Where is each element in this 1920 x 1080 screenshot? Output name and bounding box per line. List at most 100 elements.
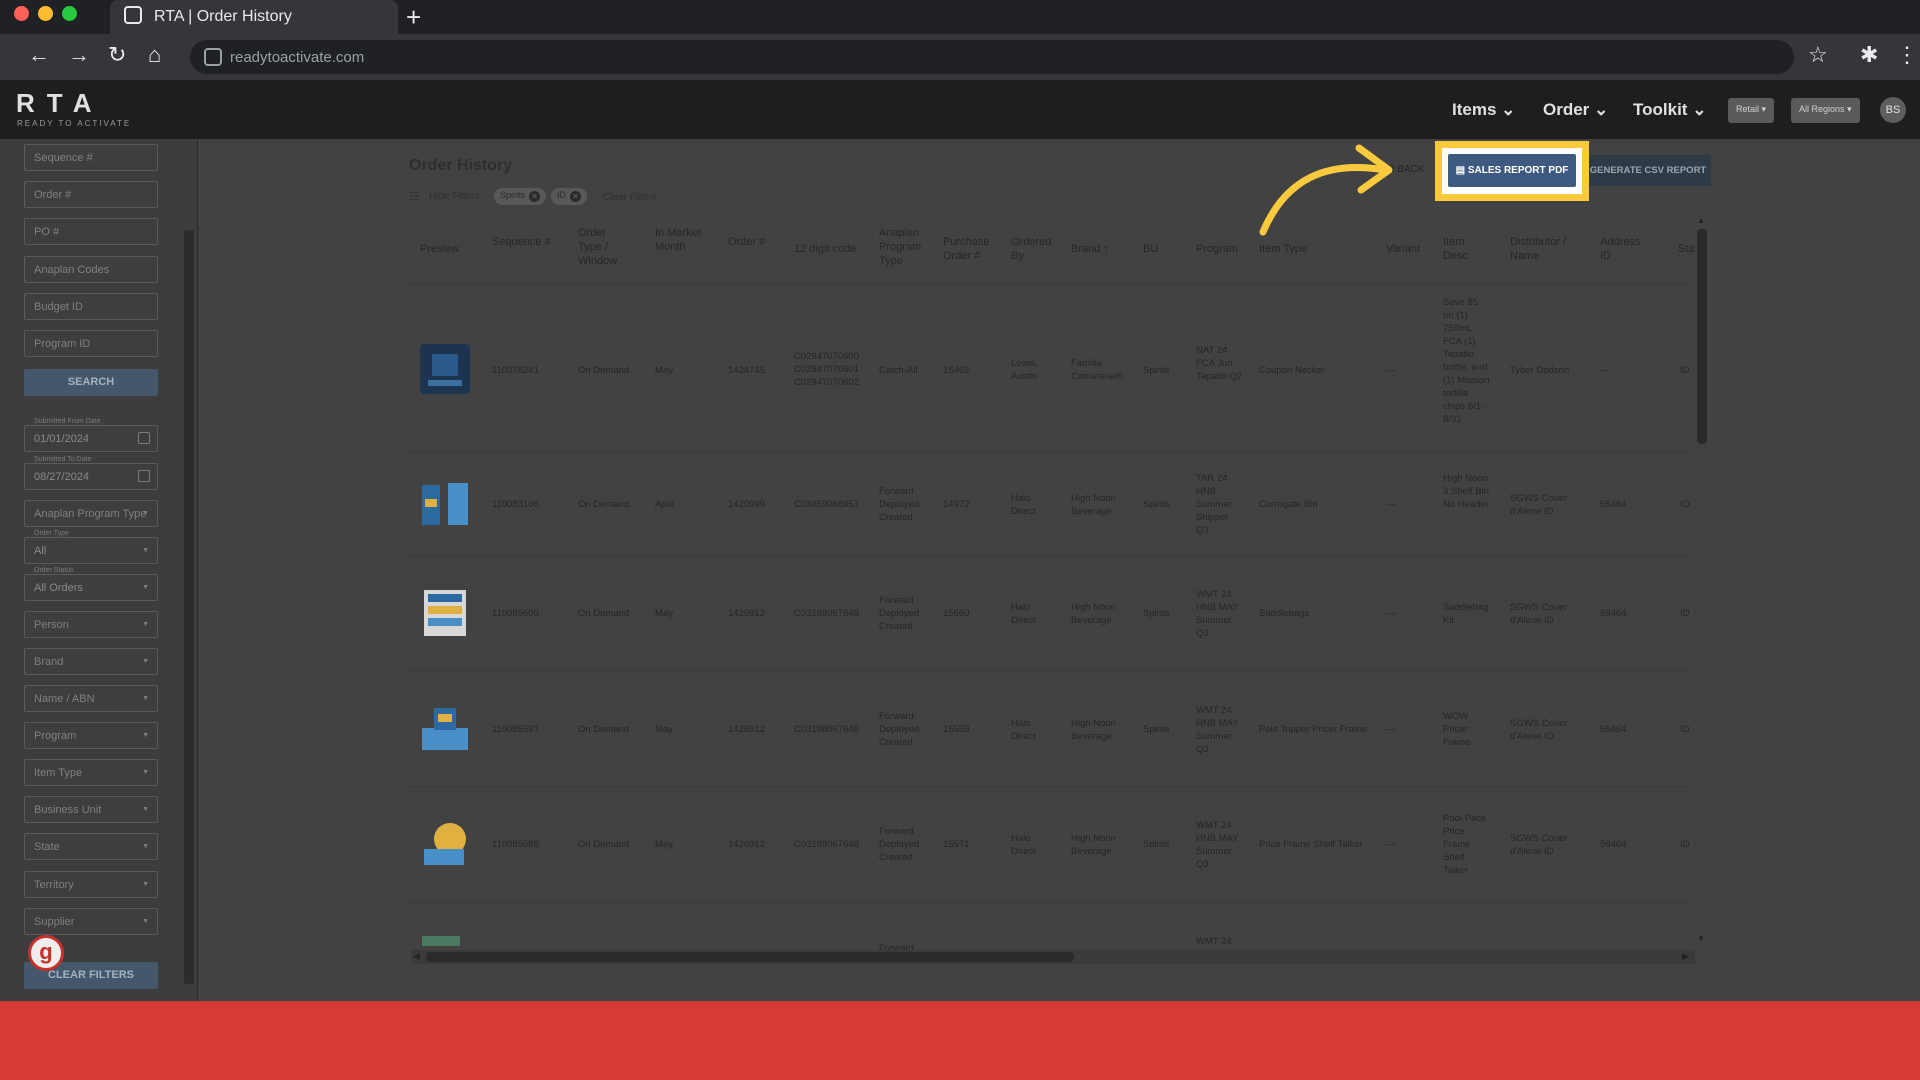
po-input[interactable]: PO # xyxy=(24,218,158,245)
scroll-down-icon[interactable]: ▼ xyxy=(1697,934,1705,943)
close-window-icon[interactable] xyxy=(14,6,29,21)
scroll-up-icon[interactable]: ▲ xyxy=(1697,216,1705,225)
header-divider xyxy=(409,283,1689,284)
scroll-left-icon[interactable]: ◀ xyxy=(413,951,420,962)
filter-chip-spirits[interactable]: Spirits ✕ xyxy=(494,188,547,205)
sidebar-scrollbar[interactable] xyxy=(184,230,194,984)
row-preview-image[interactable] xyxy=(420,704,470,754)
clear-filters-link[interactable]: Clear Filters xyxy=(603,192,657,203)
sequence-input[interactable]: Sequence # xyxy=(24,144,158,171)
maximize-window-icon[interactable] xyxy=(62,6,77,21)
row1-order-number[interactable]: 1424745 xyxy=(728,364,765,377)
order-status-select[interactable]: Order Status All Orders ▼ xyxy=(24,567,158,601)
header-brand[interactable]: Brand ↑ xyxy=(1071,242,1109,256)
row1-ordered-by: Lewis, Austin xyxy=(1011,358,1038,382)
budget-id-input[interactable]: Budget ID xyxy=(24,293,158,320)
header-address-id[interactable]: Address ID xyxy=(1600,235,1650,263)
header-item-type[interactable]: Item Type xyxy=(1259,242,1307,256)
generate-csv-report-button[interactable]: GENERATE CSV REPORT xyxy=(1585,155,1711,186)
row2-sequence[interactable]: 110083106 xyxy=(492,498,539,511)
submitted-to-date-field[interactable]: Submitted To Date 08/27/2024 xyxy=(24,456,158,490)
guide-badge-icon[interactable]: g xyxy=(28,935,64,971)
browser-tab[interactable]: RTA | Order History xyxy=(110,0,398,34)
scroll-right-icon[interactable]: ▶ xyxy=(1682,951,1689,962)
address-bar[interactable]: readytoactivate.com xyxy=(190,40,1794,74)
header-program[interactable]: Program xyxy=(1196,242,1238,256)
brand-select[interactable]: Brand ▼ xyxy=(24,648,158,675)
supplier-select[interactable]: Supplier ▼ xyxy=(24,908,158,935)
row-preview-image[interactable] xyxy=(420,588,470,638)
row-preview-image[interactable] xyxy=(420,479,470,529)
row-preview-image[interactable] xyxy=(420,819,470,869)
minimize-window-icon[interactable] xyxy=(38,6,53,21)
program-select[interactable]: Program ▼ xyxy=(24,722,158,749)
nav-toolkit[interactable]: Toolkit ⌄ xyxy=(1633,100,1706,120)
item-type-select[interactable]: Item Type ▼ xyxy=(24,759,158,786)
row3-order-number[interactable]: 1426912 xyxy=(728,607,765,620)
header-order-number[interactable]: Order # xyxy=(728,235,768,249)
dropdown-arrow-icon: ▼ xyxy=(142,881,149,888)
header-preview[interactable]: Preview xyxy=(420,242,459,256)
anaplan-program-type-select[interactable]: Anaplan Program Type ▼ xyxy=(24,500,158,527)
row2-order-number[interactable]: 1420999 xyxy=(728,498,765,511)
bookmark-star-icon[interactable]: ☆ xyxy=(1808,42,1828,68)
region-select[interactable]: All Regions ▾ xyxy=(1791,98,1860,123)
remove-chip-icon[interactable]: ✕ xyxy=(529,191,541,202)
row4-order-number[interactable]: 1426912 xyxy=(728,723,765,736)
row5-sequence[interactable]: 110085588 xyxy=(492,838,539,851)
business-unit-select[interactable]: Business Unit ▼ xyxy=(24,796,158,823)
rta-logo[interactable]: RTA xyxy=(16,88,104,119)
hide-filters-button[interactable]: Hide Filters xyxy=(429,191,480,202)
home-icon[interactable]: ⌂ xyxy=(148,42,161,68)
row5-order-number[interactable]: 1426912 xyxy=(728,838,765,851)
header-item-desc[interactable]: Item Desc. xyxy=(1443,235,1478,263)
remove-chip-icon[interactable]: ✕ xyxy=(570,191,581,202)
calendar-icon[interactable] xyxy=(138,432,150,444)
row4-sequence[interactable]: 110085587 xyxy=(492,723,539,736)
reload-icon[interactable]: ↻ xyxy=(108,42,126,68)
name-abn-select[interactable]: Name / ABN ▼ xyxy=(24,685,158,712)
header-anaplan-program-type[interactable]: Anaplan Program Type xyxy=(879,226,939,268)
header-variant[interactable]: Variant xyxy=(1386,242,1420,256)
row-preview-image[interactable] xyxy=(420,344,470,394)
header-12-digit-code[interactable]: 12 digit code xyxy=(794,242,856,256)
browser-menu-icon[interactable]: ⋮ xyxy=(1896,42,1918,68)
filter-toggle-icon[interactable]: ☷ xyxy=(409,190,419,203)
row3-sequence[interactable]: 110085600 xyxy=(492,607,539,620)
extensions-icon[interactable]: ✱ xyxy=(1860,42,1878,68)
chevron-down-icon: ⌄ xyxy=(1594,100,1609,119)
person-label: Person xyxy=(34,619,69,631)
channel-select[interactable]: Retail ▾ xyxy=(1728,98,1775,123)
header-order-type[interactable]: Order Type / Window xyxy=(578,226,628,268)
forward-arrow-icon[interactable]: → xyxy=(68,42,90,68)
filter-chip-id[interactable]: ID ✕ xyxy=(551,188,587,205)
nav-items[interactable]: Items ⌄ xyxy=(1452,100,1515,120)
order-type-select[interactable]: Order Type All ▼ xyxy=(24,530,158,564)
user-avatar[interactable]: BS xyxy=(1880,97,1906,123)
header-bu[interactable]: BU xyxy=(1143,242,1158,256)
submitted-from-date-field[interactable]: Submitted From Date 01/01/2024 xyxy=(24,418,158,452)
header-sequence[interactable]: Sequence # xyxy=(492,235,552,249)
header-ordered-by[interactable]: Ordered By xyxy=(1011,235,1056,263)
back-arrow-icon[interactable]: ← xyxy=(28,42,50,68)
person-select[interactable]: Person ▼ xyxy=(24,611,158,638)
filter-chip-label: Spirits xyxy=(500,190,526,200)
order-input[interactable]: Order # xyxy=(24,181,158,208)
new-tab-button[interactable]: + xyxy=(406,2,421,33)
header-distributor[interactable]: Distributor / Name xyxy=(1510,235,1575,263)
header-state[interactable]: Sta xyxy=(1678,242,1695,256)
header-in-market-month[interactable]: In Market Month xyxy=(655,226,705,254)
program-id-input[interactable]: Program ID xyxy=(24,330,158,357)
state-select[interactable]: State ▼ xyxy=(24,833,158,860)
anaplan-codes-input[interactable]: Anaplan Codes xyxy=(24,256,158,283)
search-button[interactable]: SEARCH xyxy=(24,369,158,396)
horizontal-scroll-thumb[interactable] xyxy=(426,952,1074,962)
row1-sequence[interactable]: 110078241 xyxy=(492,364,539,377)
table-vertical-scrollbar[interactable] xyxy=(1697,229,1707,444)
nav-order[interactable]: Order ⌄ xyxy=(1543,100,1608,120)
header-purchase-order[interactable]: Purchase Order # xyxy=(943,235,998,263)
sales-report-pdf-button[interactable]: ▤ SALES REPORT PDF xyxy=(1448,154,1576,187)
territory-select[interactable]: Territory ▼ xyxy=(24,871,158,898)
row-preview-image[interactable] xyxy=(420,934,470,948)
calendar-icon[interactable] xyxy=(138,470,150,482)
